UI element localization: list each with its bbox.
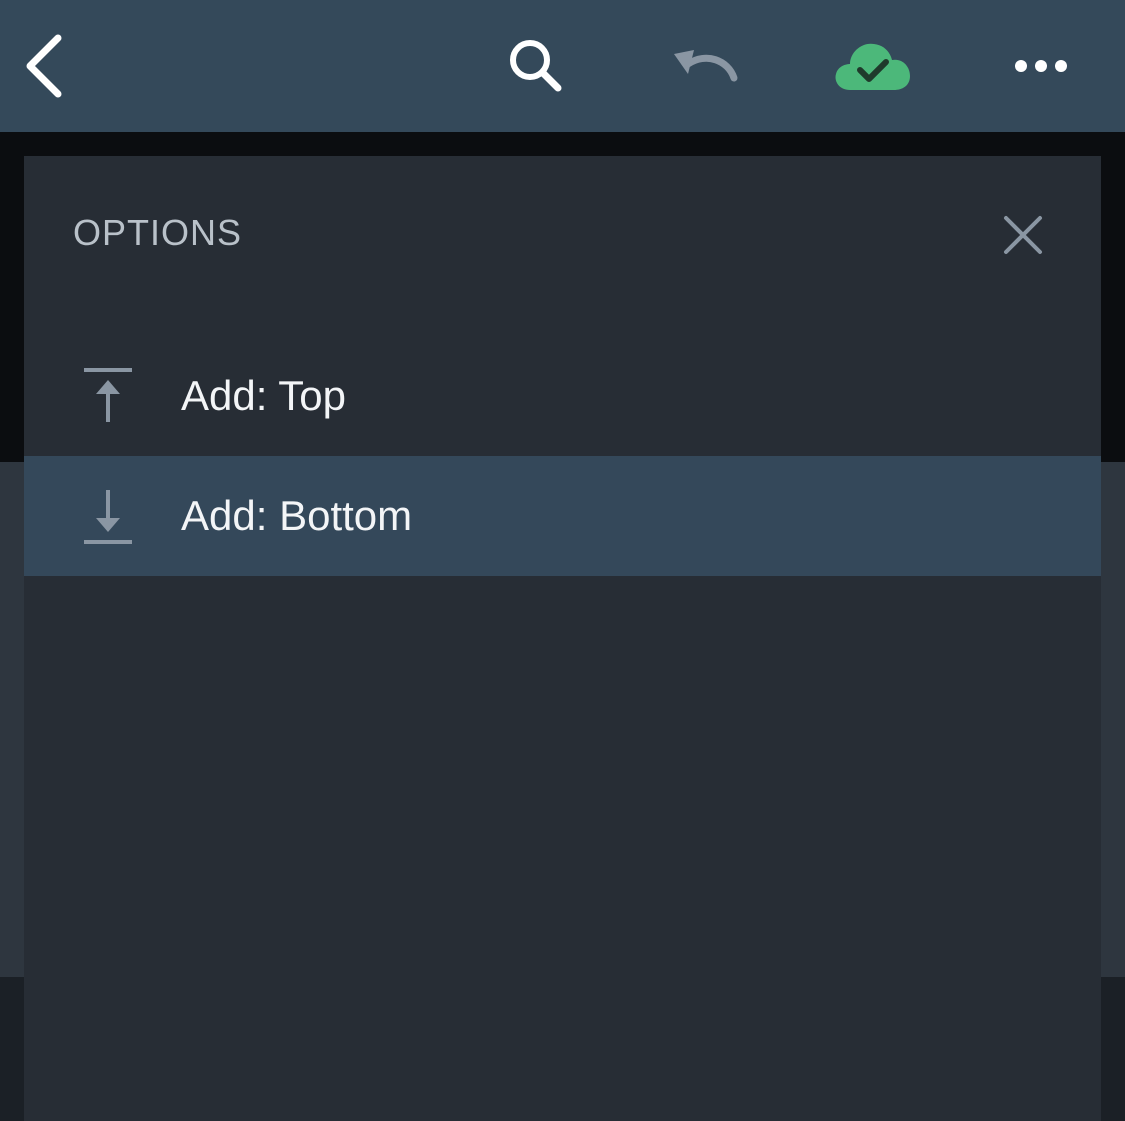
arrow-up-to-line-icon [84,368,132,422]
menu-item-add-bottom[interactable]: Add: Bottom [24,456,1101,576]
menu-item-add-top[interactable]: Add: Top [24,336,1101,456]
top-toolbar [0,0,1125,132]
menu-item-label: Add: Bottom [181,492,413,539]
options-panel: OPTIONS Add: Top Add: Bottom [24,156,1101,1121]
more-horizontal-icon[interactable] [1010,54,1072,78]
close-icon[interactable] [998,210,1048,260]
panel-title: OPTIONS [73,212,243,253]
chevron-left-icon[interactable] [18,30,74,102]
arrow-down-to-line-icon [84,490,132,544]
cloud-check-icon[interactable] [832,36,914,96]
search-icon[interactable] [500,34,570,98]
menu-item-label: Add: Top [181,372,347,419]
undo-icon[interactable] [668,40,742,92]
